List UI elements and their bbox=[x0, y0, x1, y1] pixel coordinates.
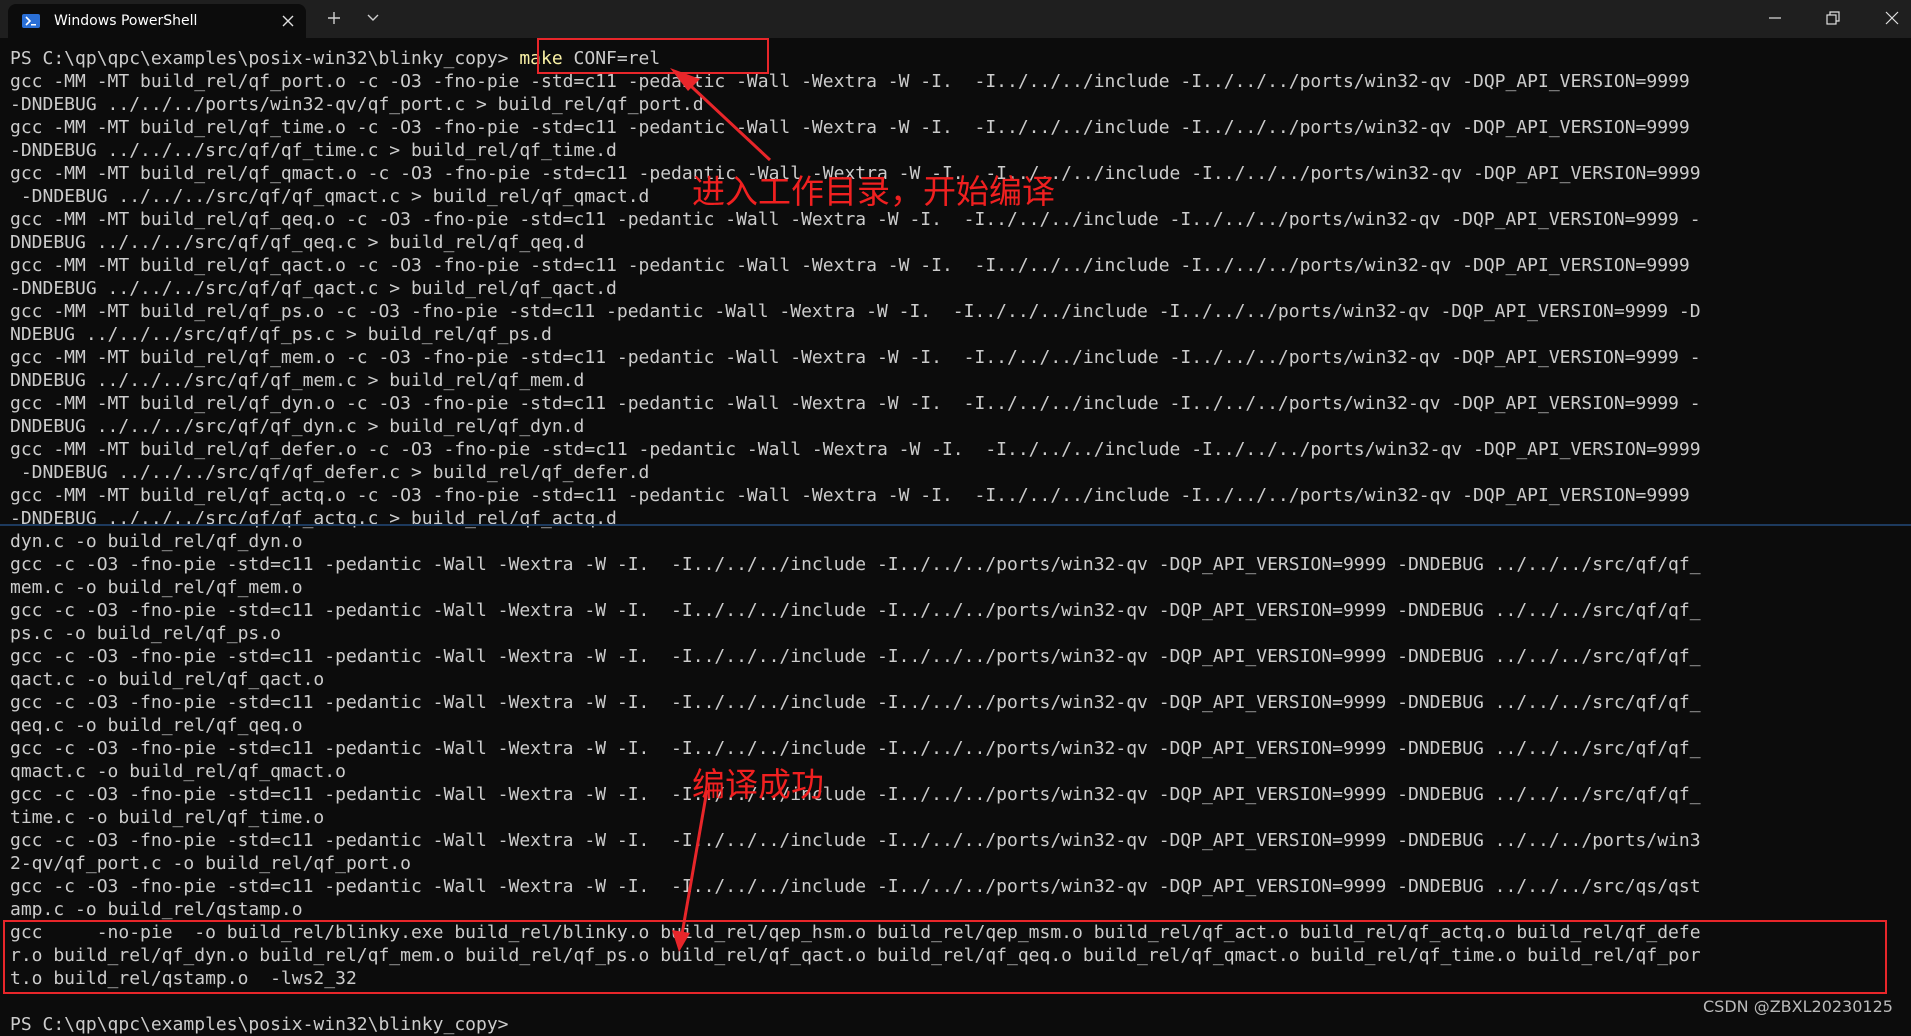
annotation-success: 编译成功 bbox=[692, 765, 824, 804]
output-line: gcc -MM -MT build_rel/qf_defer.o -c -O3 … bbox=[10, 439, 1701, 460]
output-line: qmact.c -o build_rel/qf_qmact.o bbox=[10, 761, 346, 782]
restore-icon[interactable] bbox=[1825, 10, 1841, 26]
output-line: 2-qv/qf_port.c -o build_rel/qf_port.o bbox=[10, 853, 411, 874]
output-line: gcc -MM -MT build_rel/qf_time.o -c -O3 -… bbox=[10, 117, 1690, 138]
output-line: -DNDEBUG ../../../src/qf/qf_time.c > bui… bbox=[10, 140, 617, 161]
final-prompt: PS C:\qp\qpc\examples\posix-win32\blinky… bbox=[10, 1014, 509, 1035]
output-line: time.c -o build_rel/qf_time.o bbox=[10, 807, 325, 828]
minimize-icon[interactable] bbox=[1767, 10, 1783, 26]
powershell-icon bbox=[22, 14, 40, 28]
output-line: qact.c -o build_rel/qf_qact.o bbox=[10, 669, 325, 690]
command-highlight-box bbox=[537, 38, 769, 74]
output-line: gcc -c -O3 -fno-pie -std=c11 -pedantic -… bbox=[10, 600, 1701, 621]
output-line: gcc -MM -MT build_rel/qf_dyn.o -c -O3 -f… bbox=[10, 393, 1701, 414]
tab-title: Windows PowerShell bbox=[54, 13, 198, 29]
prompt: PS C:\qp\qpc\examples\posix-win32\blinky… bbox=[10, 48, 509, 69]
output-line: gcc -c -O3 -fno-pie -std=c11 -pedantic -… bbox=[10, 554, 1701, 575]
output-line: gcc -MM -MT build_rel/qf_ps.o -c -O3 -fn… bbox=[10, 301, 1701, 322]
output-line: gcc -c -O3 -fno-pie -std=c11 -pedantic -… bbox=[10, 784, 1701, 805]
output-line: DNDEBUG ../../../src/qf/qf_qeq.c > build… bbox=[10, 232, 585, 253]
output-line: -DNDEBUG ../../../src/qf/qf_defer.c > bu… bbox=[10, 462, 650, 483]
output-line: gcc -c -O3 -fno-pie -std=c11 -pedantic -… bbox=[10, 876, 1701, 897]
output-line: gcc -c -O3 -fno-pie -std=c11 -pedantic -… bbox=[10, 646, 1701, 667]
output-line: NDEBUG ../../../src/qf/qf_ps.c > build_r… bbox=[10, 324, 552, 345]
plus-icon[interactable] bbox=[326, 10, 342, 26]
link-output-highlight-box bbox=[3, 920, 1887, 994]
chevron-down-icon[interactable] bbox=[366, 13, 380, 23]
output-line: gcc -c -O3 -fno-pie -std=c11 -pedantic -… bbox=[10, 692, 1701, 713]
output-line: mem.c -o build_rel/qf_mem.o bbox=[10, 577, 303, 598]
screenshot-splice-divider bbox=[0, 524, 1911, 526]
annotation-enter-dir: 进入工作目录，开始编译 bbox=[692, 172, 1055, 211]
close-window-icon[interactable] bbox=[1884, 10, 1900, 26]
output-line: -DNDEBUG ../../../src/qf/qf_qmact.c > bu… bbox=[10, 186, 650, 207]
title-bar: Windows PowerShell bbox=[0, 0, 1911, 38]
output-line: -DNDEBUG ../../../src/qf/qf_qact.c > bui… bbox=[10, 278, 617, 299]
output-line: gcc -c -O3 -fno-pie -std=c11 -pedantic -… bbox=[10, 738, 1701, 759]
output-line: gcc -c -O3 -fno-pie -std=c11 -pedantic -… bbox=[10, 830, 1701, 851]
output-line: gcc -MM -MT build_rel/qf_qact.o -c -O3 -… bbox=[10, 255, 1690, 276]
watermark: CSDN @ZBXL20230125 bbox=[1703, 997, 1893, 1016]
output-line: amp.c -o build_rel/qstamp.o bbox=[10, 899, 303, 920]
output-line: dyn.c -o build_rel/qf_dyn.o bbox=[10, 531, 303, 552]
close-icon[interactable] bbox=[280, 13, 296, 29]
output-line: DNDEBUG ../../../src/qf/qf_dyn.c > build… bbox=[10, 416, 585, 437]
output-line: DNDEBUG ../../../src/qf/qf_mem.c > build… bbox=[10, 370, 585, 391]
output-line: gcc -MM -MT build_rel/qf_mem.o -c -O3 -f… bbox=[10, 347, 1701, 368]
tab-windows-powershell[interactable]: Windows PowerShell bbox=[8, 4, 306, 38]
output-line: qeq.c -o build_rel/qf_qeq.o bbox=[10, 715, 303, 736]
output-line: gcc -MM -MT build_rel/qf_actq.o -c -O3 -… bbox=[10, 485, 1690, 506]
output-line: ps.c -o build_rel/qf_ps.o bbox=[10, 623, 281, 644]
output-line: -DNDEBUG ../../../ports/win32-qv/qf_port… bbox=[10, 94, 704, 115]
output-line: -DNDEBUG ../../../src/qf/qf_actq.c > bui… bbox=[10, 508, 617, 529]
output-line: gcc -MM -MT build_rel/qf_port.o -c -O3 -… bbox=[10, 71, 1690, 92]
